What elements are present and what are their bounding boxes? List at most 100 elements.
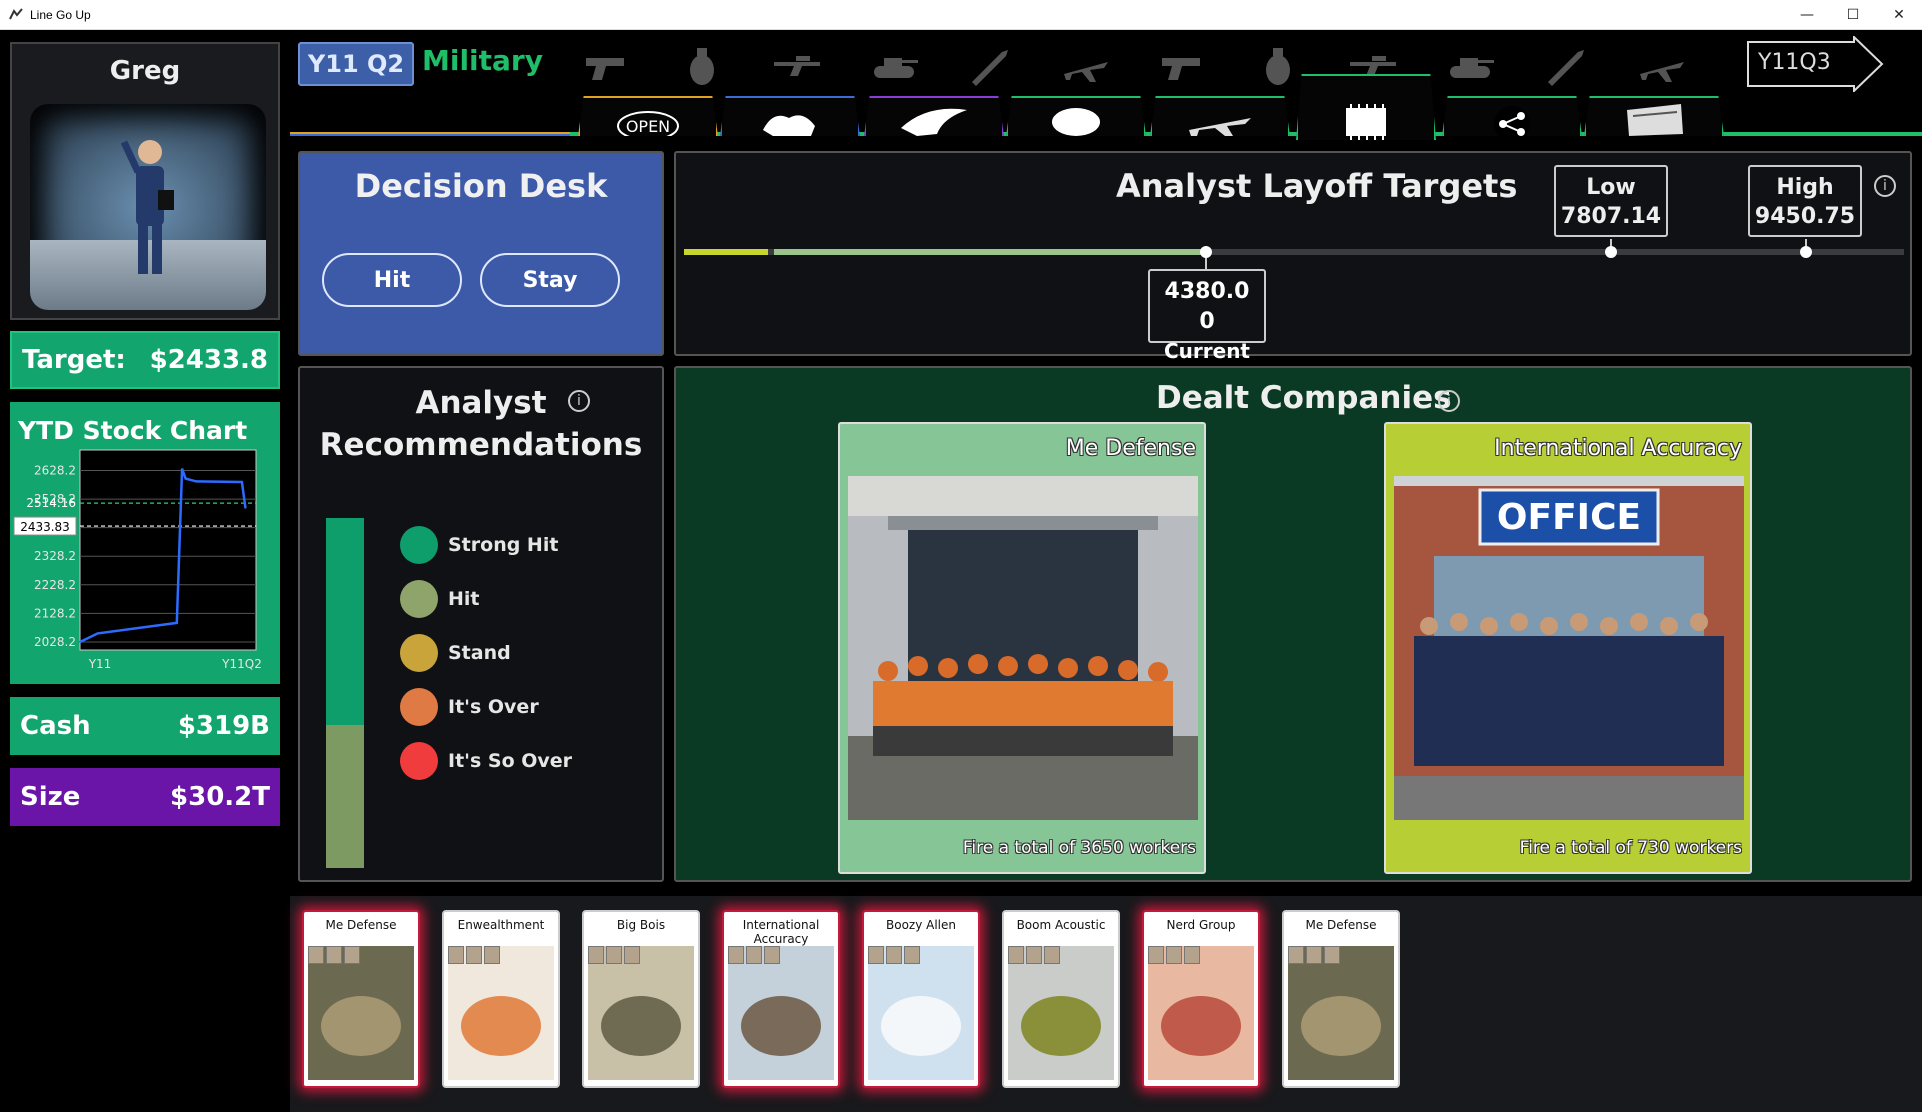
info-icon[interactable]: i xyxy=(568,390,590,412)
size-stat: Size $30.2T xyxy=(10,768,280,826)
open-sign-icon: OPEN xyxy=(617,111,679,136)
target-value: $2433.8 xyxy=(149,345,268,375)
cash-value: $319B xyxy=(177,711,270,741)
cash-stat: Cash $319B xyxy=(10,697,280,755)
next-quarter-button[interactable]: Y11Q3 xyxy=(1746,34,1886,94)
grenade-icon xyxy=(1266,48,1290,85)
face-icon xyxy=(1306,946,1322,964)
tab-bull[interactable] xyxy=(720,96,860,136)
current-value-line1: 4380.0 xyxy=(1164,279,1250,304)
hand-card[interactable]: Me Defense xyxy=(1282,910,1400,1088)
card-faces xyxy=(308,946,360,964)
company-note: Fire a total of 730 workers xyxy=(1519,838,1742,858)
face-icon xyxy=(344,946,360,964)
next-quarter-label: Y11Q3 xyxy=(1758,50,1831,75)
decision-desk-panel: Decision Desk Hit Stay xyxy=(298,151,664,356)
plot-area xyxy=(79,449,257,651)
player-profile: Greg xyxy=(10,42,280,320)
dealt-companies-panel: Dealt Companies i Me Defense Fire a tota… xyxy=(674,366,1912,882)
newspaper-icon xyxy=(1627,104,1683,136)
info-icon[interactable]: i xyxy=(1438,390,1460,412)
close-button[interactable]: ✕ xyxy=(1876,0,1922,30)
legend-item: It's Over xyxy=(400,680,572,734)
face-icon xyxy=(448,946,464,964)
meter-fill xyxy=(326,518,364,725)
tab-piggy[interactable] xyxy=(1006,96,1146,136)
grenade-icon xyxy=(690,48,714,85)
minimize-button[interactable]: — xyxy=(1784,0,1830,30)
card-faces xyxy=(1288,946,1340,964)
card-faces xyxy=(1008,946,1060,964)
app-icon xyxy=(9,7,23,19)
progress-segment-yellow xyxy=(684,249,768,255)
y-tick-label: 2628.2 xyxy=(34,464,76,478)
hand-card[interactable]: International Accuracy xyxy=(722,910,840,1088)
company-photo: OFFICE xyxy=(1394,476,1744,820)
target-label: Target: xyxy=(22,345,126,375)
app-window: Line Go Up — ☐ ✕ Greg Target: $2433.8 YT… xyxy=(0,0,1922,1112)
office-sign: OFFICE xyxy=(1497,497,1641,538)
face-icon xyxy=(484,946,500,964)
tab-jet[interactable] xyxy=(1150,96,1290,136)
eagle-icon xyxy=(901,108,967,136)
cash-label: Cash xyxy=(20,711,91,741)
player-name: Greg xyxy=(109,56,181,86)
price-point xyxy=(241,481,243,483)
sector-label: Military xyxy=(422,44,543,77)
card-faces xyxy=(728,946,780,964)
size-label: Size xyxy=(20,782,81,812)
hand-card[interactable]: Nerd Group xyxy=(1142,910,1260,1088)
legend-swatch xyxy=(400,526,438,564)
face-icon xyxy=(868,946,884,964)
title-line2: Recommendations xyxy=(319,427,643,463)
face-icon xyxy=(746,946,762,964)
tab-newspaper[interactable] xyxy=(1584,96,1724,136)
stay-button[interactable]: Stay xyxy=(480,253,620,307)
card-art xyxy=(588,946,694,1080)
tab-open[interactable]: OPEN xyxy=(578,96,718,136)
tab-eagle[interactable] xyxy=(864,96,1004,136)
tab-chip[interactable] xyxy=(1296,74,1436,140)
layoff-targets-panel: Analyst Layoff Targets i Low 7807.14 Hig… xyxy=(674,151,1912,363)
price-point xyxy=(79,641,81,643)
pistol-icon xyxy=(1162,58,1200,80)
hand-card[interactable]: Boozy Allen xyxy=(862,910,980,1088)
company-card-me-defense[interactable]: Me Defense Fire a total of 3650 workers xyxy=(838,422,1206,874)
hand-card[interactable]: Big Bois xyxy=(582,910,700,1088)
x-tick-label: Y11 xyxy=(88,657,112,671)
weapon-strip xyxy=(580,40,1710,90)
face-icon xyxy=(1026,946,1042,964)
company-name: Me Defense xyxy=(1065,436,1196,461)
card-art xyxy=(1008,946,1114,1080)
hand-card[interactable]: Boom Acoustic xyxy=(1002,910,1120,1088)
tab-share[interactable] xyxy=(1442,96,1582,136)
legend-label: Strong Hit xyxy=(448,534,559,556)
company-card-international-accuracy[interactable]: International Accuracy OFFICE Fire a tot… xyxy=(1384,422,1752,874)
card-art xyxy=(868,946,974,1080)
face-icon xyxy=(466,946,482,964)
legend-item: Strong Hit xyxy=(400,518,572,572)
face-icon xyxy=(588,946,604,964)
price-point xyxy=(184,477,187,480)
face-icon xyxy=(1288,946,1304,964)
hand-card[interactable]: Me Defense xyxy=(302,910,420,1088)
share-icon xyxy=(1494,106,1530,136)
face-icon xyxy=(1324,946,1340,964)
title-line1: Analyst xyxy=(415,385,547,421)
high-marker xyxy=(1800,246,1812,258)
recommendation-meter xyxy=(326,518,364,868)
x-tick-label: Y11Q2 xyxy=(221,657,262,671)
maximize-button[interactable]: ☐ xyxy=(1830,0,1876,30)
hand-card[interactable]: Enwealthment xyxy=(442,910,560,1088)
jet-icon xyxy=(1189,118,1251,136)
current-value-line2: 0 xyxy=(1199,309,1215,334)
hit-button[interactable]: Hit xyxy=(322,253,462,307)
quarter-badge: Y11 Q2 xyxy=(298,42,414,86)
legend-swatch xyxy=(400,580,438,618)
face-icon xyxy=(606,946,622,964)
y-tick-label: 2028.2 xyxy=(34,635,76,649)
panel-title: Decision Desk xyxy=(354,167,608,205)
card-title: Boom Acoustic xyxy=(1016,918,1106,932)
missile-icon xyxy=(972,50,1008,86)
card-art xyxy=(728,946,834,1080)
